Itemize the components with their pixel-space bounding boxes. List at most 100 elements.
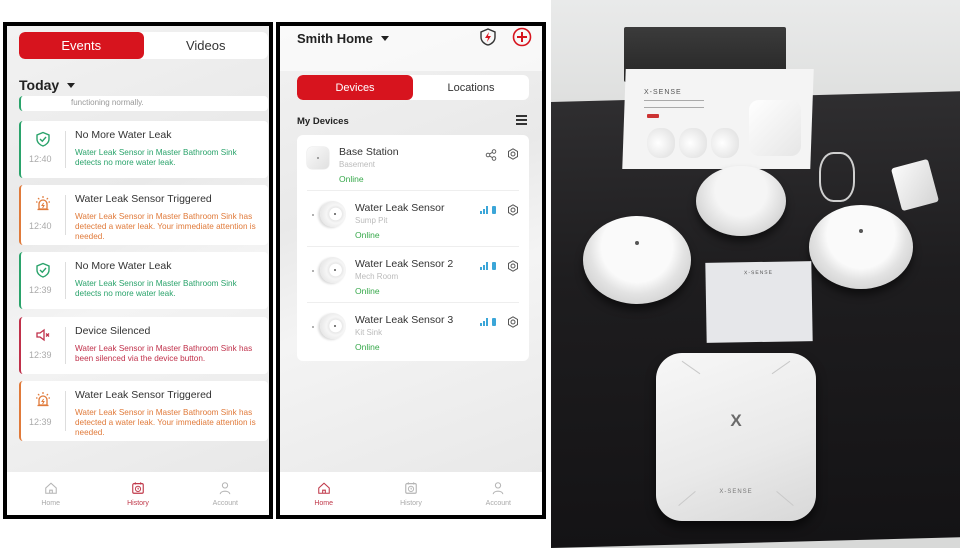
- device-row[interactable]: Water Leak Sensor 3 Kit Sink Online: [297, 303, 529, 359]
- events-videos-segmented-control: Events Videos: [19, 32, 268, 59]
- usb-cable: [819, 152, 855, 202]
- devices-screen: Smith Home Devices Locations My Devices …: [280, 26, 542, 515]
- battery-icon: [492, 262, 496, 270]
- tab-locations[interactable]: Locations: [413, 75, 529, 100]
- battery-icon: [492, 318, 496, 326]
- nav-item-history[interactable]: History: [367, 472, 454, 515]
- event-description: Water Leak Sensor in Master Bathroom Sin…: [75, 148, 237, 167]
- sensor-thumbnail: [320, 313, 346, 339]
- hub-brand-label: X-SENSE: [719, 489, 753, 495]
- signal-strength-icon: [480, 206, 488, 214]
- date-filter-dropdown[interactable]: Today: [19, 77, 76, 93]
- box-base-station-image: [749, 100, 801, 156]
- share-icon[interactable]: [485, 148, 497, 161]
- home-icon: [317, 481, 331, 497]
- nav-item-home[interactable]: Home: [280, 472, 367, 515]
- bullet-dot: [312, 326, 314, 328]
- event-card[interactable]: 12:40 No More Water Leak Water Leak Sens…: [19, 121, 268, 178]
- user-manual: X-SENSE: [705, 261, 813, 343]
- device-name: Water Leak Sensor 3: [355, 314, 454, 326]
- tab-events[interactable]: Events: [19, 32, 144, 59]
- device-row[interactable]: Water Leak Sensor 2 Mech Room Online: [297, 247, 529, 303]
- chevron-down-icon: [67, 82, 76, 88]
- event-card-clipped[interactable]: functioning normally.: [19, 96, 268, 111]
- add-device-icon[interactable]: [512, 27, 532, 47]
- alarm-siren-icon: [35, 195, 51, 211]
- device-status: Online: [355, 286, 380, 296]
- event-time: 12:39: [29, 417, 52, 427]
- box-subtitle: [644, 100, 704, 108]
- event-title: No More Water Leak: [75, 129, 172, 141]
- nav-label: Home: [41, 499, 60, 507]
- box-sensor-image: [711, 128, 739, 158]
- divider: [65, 131, 66, 168]
- divider: [65, 327, 66, 364]
- bottom-navigation: Home History Account: [280, 472, 542, 515]
- event-title: Water Leak Sensor Triggered: [75, 389, 212, 401]
- box-brand-label: X-SENSE: [644, 89, 682, 96]
- account-icon: [491, 481, 505, 497]
- tab-videos[interactable]: Videos: [144, 32, 269, 59]
- event-card[interactable]: 12:40 Water Leak Sensor Triggered Water …: [19, 185, 268, 245]
- menu-icon[interactable]: [516, 115, 527, 125]
- device-row[interactable]: Water Leak Sensor Sump Pit Online: [297, 191, 529, 247]
- divider: [65, 391, 66, 431]
- nav-item-account[interactable]: Account: [182, 472, 269, 515]
- device-location: Basement: [339, 160, 376, 169]
- device-location: Sump Pit: [355, 216, 388, 225]
- speaker-mute-icon: [35, 327, 51, 343]
- event-time: 12:39: [29, 285, 52, 295]
- event-description: Water Leak Sensor in Master Bathroom Sin…: [75, 344, 253, 363]
- nav-item-account[interactable]: Account: [455, 472, 542, 515]
- event-card[interactable]: 12:39 Device Silenced Water Leak Sensor …: [19, 317, 268, 374]
- bullet-dot: [312, 270, 314, 272]
- settings-gear-icon[interactable]: [507, 147, 519, 160]
- devices-phone-screenshot: Smith Home Devices Locations My Devices …: [276, 22, 546, 519]
- event-title: No More Water Leak: [75, 260, 172, 272]
- battery-icon: [492, 206, 496, 214]
- settings-gear-icon[interactable]: [507, 203, 519, 216]
- sensor-upside-down: [696, 166, 786, 236]
- divider: [65, 195, 66, 235]
- sensor-thumbnail: [320, 257, 346, 283]
- account-icon: [218, 481, 232, 497]
- device-list: Base Station Basement Online Water Leak Sen…: [297, 135, 529, 361]
- event-description: Water Leak Sensor in Master Bathroom Sin…: [75, 408, 256, 437]
- signal-strength-icon: [480, 262, 488, 270]
- chevron-down-icon: [380, 36, 389, 41]
- device-location: Mech Room: [355, 272, 399, 281]
- shield-check-icon: [35, 262, 51, 278]
- shield-lightning-icon[interactable]: [478, 27, 498, 47]
- box-badge: [647, 114, 659, 118]
- event-title: Water Leak Sensor Triggered: [75, 193, 212, 205]
- device-status: Online: [355, 230, 380, 240]
- settings-gear-icon[interactable]: [507, 259, 519, 272]
- event-description: Water Leak Sensor in Master Bathroom Sin…: [75, 279, 237, 298]
- manual-brand: X-SENSE: [743, 269, 774, 277]
- section-title: My Devices: [297, 116, 349, 127]
- nav-item-home[interactable]: Home: [7, 472, 94, 515]
- nav-label: History: [127, 499, 149, 507]
- home-icon: [44, 481, 58, 497]
- device-name: Water Leak Sensor: [355, 202, 445, 214]
- divider: [65, 262, 66, 299]
- event-card[interactable]: 12:39 No More Water Leak Water Leak Sens…: [19, 252, 268, 309]
- signal-strength-icon: [480, 318, 488, 326]
- nav-label: Home: [314, 499, 333, 507]
- water-leak-sensor: [583, 216, 691, 304]
- events-phone-screenshot: Events Videos Today functioning normally…: [3, 22, 273, 519]
- event-time: 12:40: [29, 154, 52, 164]
- tab-devices[interactable]: Devices: [297, 75, 413, 100]
- event-card[interactable]: 12:39 Water Leak Sensor Triggered Water …: [19, 381, 268, 441]
- nav-label: Account: [485, 499, 511, 507]
- nav-item-history[interactable]: History: [94, 472, 181, 515]
- settings-gear-icon[interactable]: [507, 315, 519, 328]
- base-station-hub: X X-SENSE: [656, 353, 816, 521]
- event-time: 12:40: [29, 221, 52, 231]
- home-selector[interactable]: Smith Home: [297, 31, 389, 46]
- sensor-thumbnail: [320, 201, 346, 227]
- device-row[interactable]: Base Station Basement Online: [297, 135, 529, 191]
- box-sensor-image: [647, 128, 675, 158]
- device-name: Base Station: [339, 146, 399, 158]
- hub-logo: X: [730, 411, 742, 430]
